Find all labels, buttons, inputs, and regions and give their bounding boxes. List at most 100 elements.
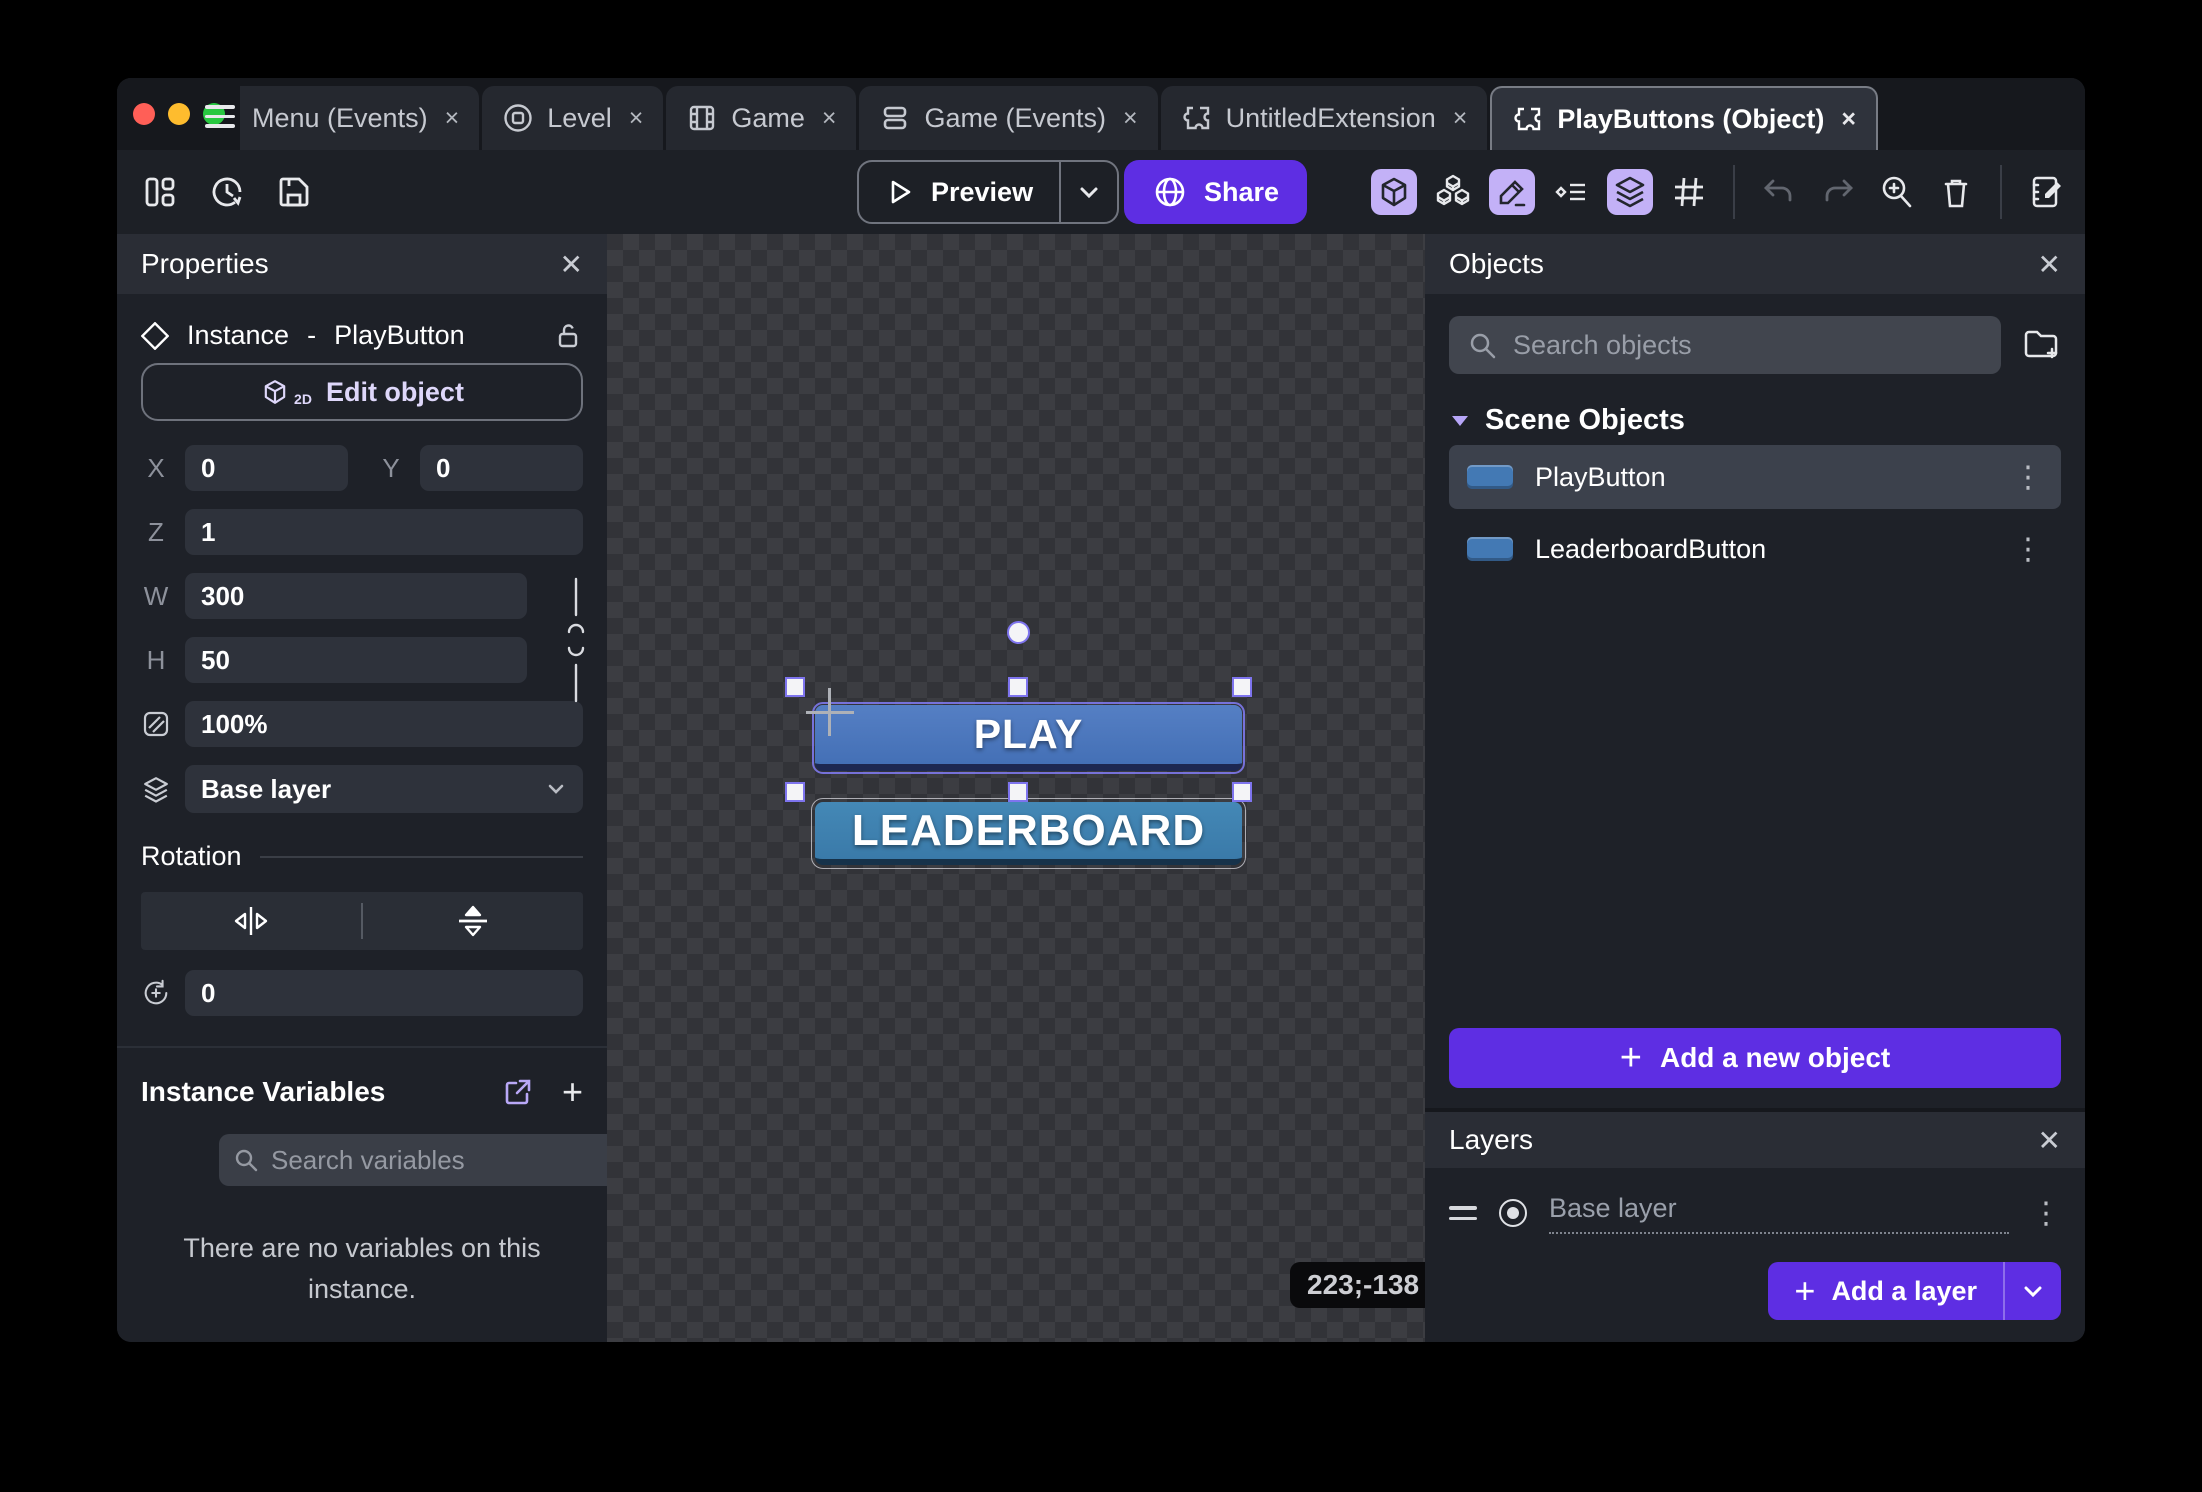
objects-view-toggle[interactable] (1371, 169, 1417, 215)
divider (1733, 165, 1735, 219)
tab-game[interactable]: Game × (666, 86, 856, 150)
save-icon[interactable] (275, 173, 313, 211)
y-field[interactable] (420, 445, 583, 491)
layers-panel-toggle[interactable] (1607, 169, 1653, 215)
chevron-down-icon (2020, 1278, 2046, 1304)
x-field[interactable] (185, 445, 348, 491)
object-thumbnail (1467, 537, 1513, 561)
folder-plus-icon (2021, 325, 2061, 365)
edit-mode-toggle[interactable] (1489, 169, 1535, 215)
tab-close-icon[interactable]: × (629, 104, 644, 133)
layer-row-base-layer[interactable]: Base layer ⋮ (1449, 1184, 2061, 1242)
close-window-button[interactable] (133, 103, 155, 125)
edit-scene-properties-button[interactable] (2023, 169, 2069, 215)
edit-object-label: Edit object (326, 377, 464, 408)
resize-handle-top-left[interactable] (785, 677, 805, 697)
right-panel: Objects ✕ (1425, 234, 2085, 1342)
cube-2d-badge: 2D (294, 391, 312, 407)
tab-playbuttons-object[interactable]: PlayButtons (Object) × (1490, 86, 1878, 150)
preview-options-button[interactable] (1061, 179, 1117, 205)
add-folder-button[interactable] (2021, 325, 2061, 365)
rotate-handle[interactable] (1007, 621, 1030, 644)
main-menu-icon[interactable] (205, 105, 235, 128)
opacity-field[interactable] (185, 701, 583, 747)
add-layer-options-button[interactable] (2005, 1262, 2061, 1320)
zoom-in-icon (1878, 173, 1916, 211)
objects-search-input[interactable] (1511, 329, 1983, 362)
add-layer-button[interactable]: + Add a layer (1768, 1262, 2061, 1320)
flip-vertical-button[interactable] (363, 902, 583, 940)
object-row-playbutton[interactable]: PlayButton ⋮ (1449, 445, 2061, 509)
opacity-icon (141, 709, 171, 739)
layer-visibility-toggle[interactable] (1499, 1199, 1527, 1227)
variables-search[interactable] (219, 1134, 607, 1186)
scene-canvas[interactable]: PLAY LEADERBOARD 223;-138 (607, 234, 1425, 1342)
edit-object-button[interactable]: 2D Edit object (141, 363, 583, 421)
object-name: LeaderboardButton (1535, 534, 1766, 565)
resize-handle-bottom-center[interactable] (1008, 782, 1028, 802)
zoom-button[interactable] (1874, 169, 1920, 215)
object-menu-icon[interactable]: ⋮ (2013, 532, 2043, 567)
tab-close-icon[interactable]: × (822, 104, 837, 133)
scene-objects-section[interactable]: Scene Objects (1449, 404, 2061, 437)
scene-icon (502, 102, 534, 134)
objects-search[interactable] (1449, 316, 2001, 374)
resize-handle-top-right[interactable] (1232, 677, 1252, 697)
cursor-coordinates-badge: 223;-138 (1290, 1262, 1425, 1308)
grid-toggle[interactable] (1666, 169, 1712, 215)
resize-handle-bottom-right[interactable] (1232, 782, 1252, 802)
tab-close-icon[interactable]: × (1453, 104, 1468, 133)
rotation-field[interactable] (185, 970, 583, 1016)
variables-search-input[interactable] (269, 1144, 607, 1177)
toolbar: Preview Share (117, 150, 2085, 234)
height-field[interactable] (185, 637, 527, 683)
resize-handle-top-center[interactable] (1008, 677, 1028, 697)
close-layers-icon[interactable]: ✕ (2038, 1124, 2061, 1157)
close-properties-icon[interactable]: ✕ (560, 248, 583, 281)
layer-name[interactable]: Base layer (1549, 1193, 2009, 1234)
history-icon[interactable] (207, 172, 247, 212)
undo-button[interactable] (1756, 169, 1802, 215)
cube-2d-icon (260, 377, 290, 407)
crosshair-cursor (828, 688, 831, 736)
preview-button[interactable]: Preview (857, 160, 1119, 224)
redo-icon (1819, 173, 1857, 211)
instances-list-icon[interactable] (1548, 169, 1594, 215)
flip-horizontal-button[interactable] (141, 904, 361, 938)
rotation-section-title: Rotation (141, 841, 242, 872)
tab-level[interactable]: Level × (482, 86, 663, 150)
tab-untitled-extension[interactable]: UntitledExtension × (1161, 86, 1488, 150)
tab-close-icon[interactable]: × (1123, 104, 1138, 133)
layer-select[interactable]: Base layer (185, 765, 583, 813)
link-width-height-toggle[interactable] (561, 575, 591, 703)
width-field[interactable] (185, 573, 527, 619)
open-variables-editor-button[interactable] (502, 1076, 534, 1108)
tab-menu-events[interactable]: Menu (Events) × (240, 86, 479, 150)
unlock-icon[interactable] (553, 321, 583, 351)
cube-icon (1376, 174, 1412, 210)
redo-button[interactable] (1815, 169, 1861, 215)
add-new-object-label: Add a new object (1660, 1042, 1890, 1074)
delete-button[interactable] (1933, 169, 1979, 215)
resize-handle-bottom-left[interactable] (785, 782, 805, 802)
object-row-leaderboardbutton[interactable]: LeaderboardButton ⋮ (1449, 517, 2061, 581)
add-variable-button[interactable]: + (562, 1074, 583, 1110)
instance-separator: - (307, 320, 316, 351)
add-new-object-button[interactable]: + Add a new object (1449, 1028, 2061, 1088)
share-button[interactable]: Share (1124, 160, 1307, 224)
objects-group-icon[interactable] (1430, 169, 1476, 215)
drag-handle-icon[interactable] (1449, 1206, 1477, 1220)
layer-menu-icon[interactable]: ⋮ (2031, 1196, 2061, 1231)
minimize-window-button[interactable] (168, 103, 190, 125)
tab-close-icon[interactable]: × (445, 104, 460, 133)
properties-panel: Properties ✕ Instance - PlayButton 2D Ed… (117, 234, 607, 1342)
leaderboard-button-instance[interactable]: LEADERBOARD (815, 802, 1242, 865)
tab-game-events[interactable]: Game (Events) × (859, 86, 1157, 150)
panels-layout-icon[interactable] (141, 173, 179, 211)
puzzle-icon (1512, 103, 1544, 135)
play-button-instance[interactable]: PLAY (815, 705, 1242, 771)
close-objects-icon[interactable]: ✕ (2038, 248, 2061, 281)
z-order-field[interactable] (185, 509, 583, 555)
tab-close-icon[interactable]: × (1841, 105, 1856, 134)
object-menu-icon[interactable]: ⋮ (2013, 460, 2043, 495)
